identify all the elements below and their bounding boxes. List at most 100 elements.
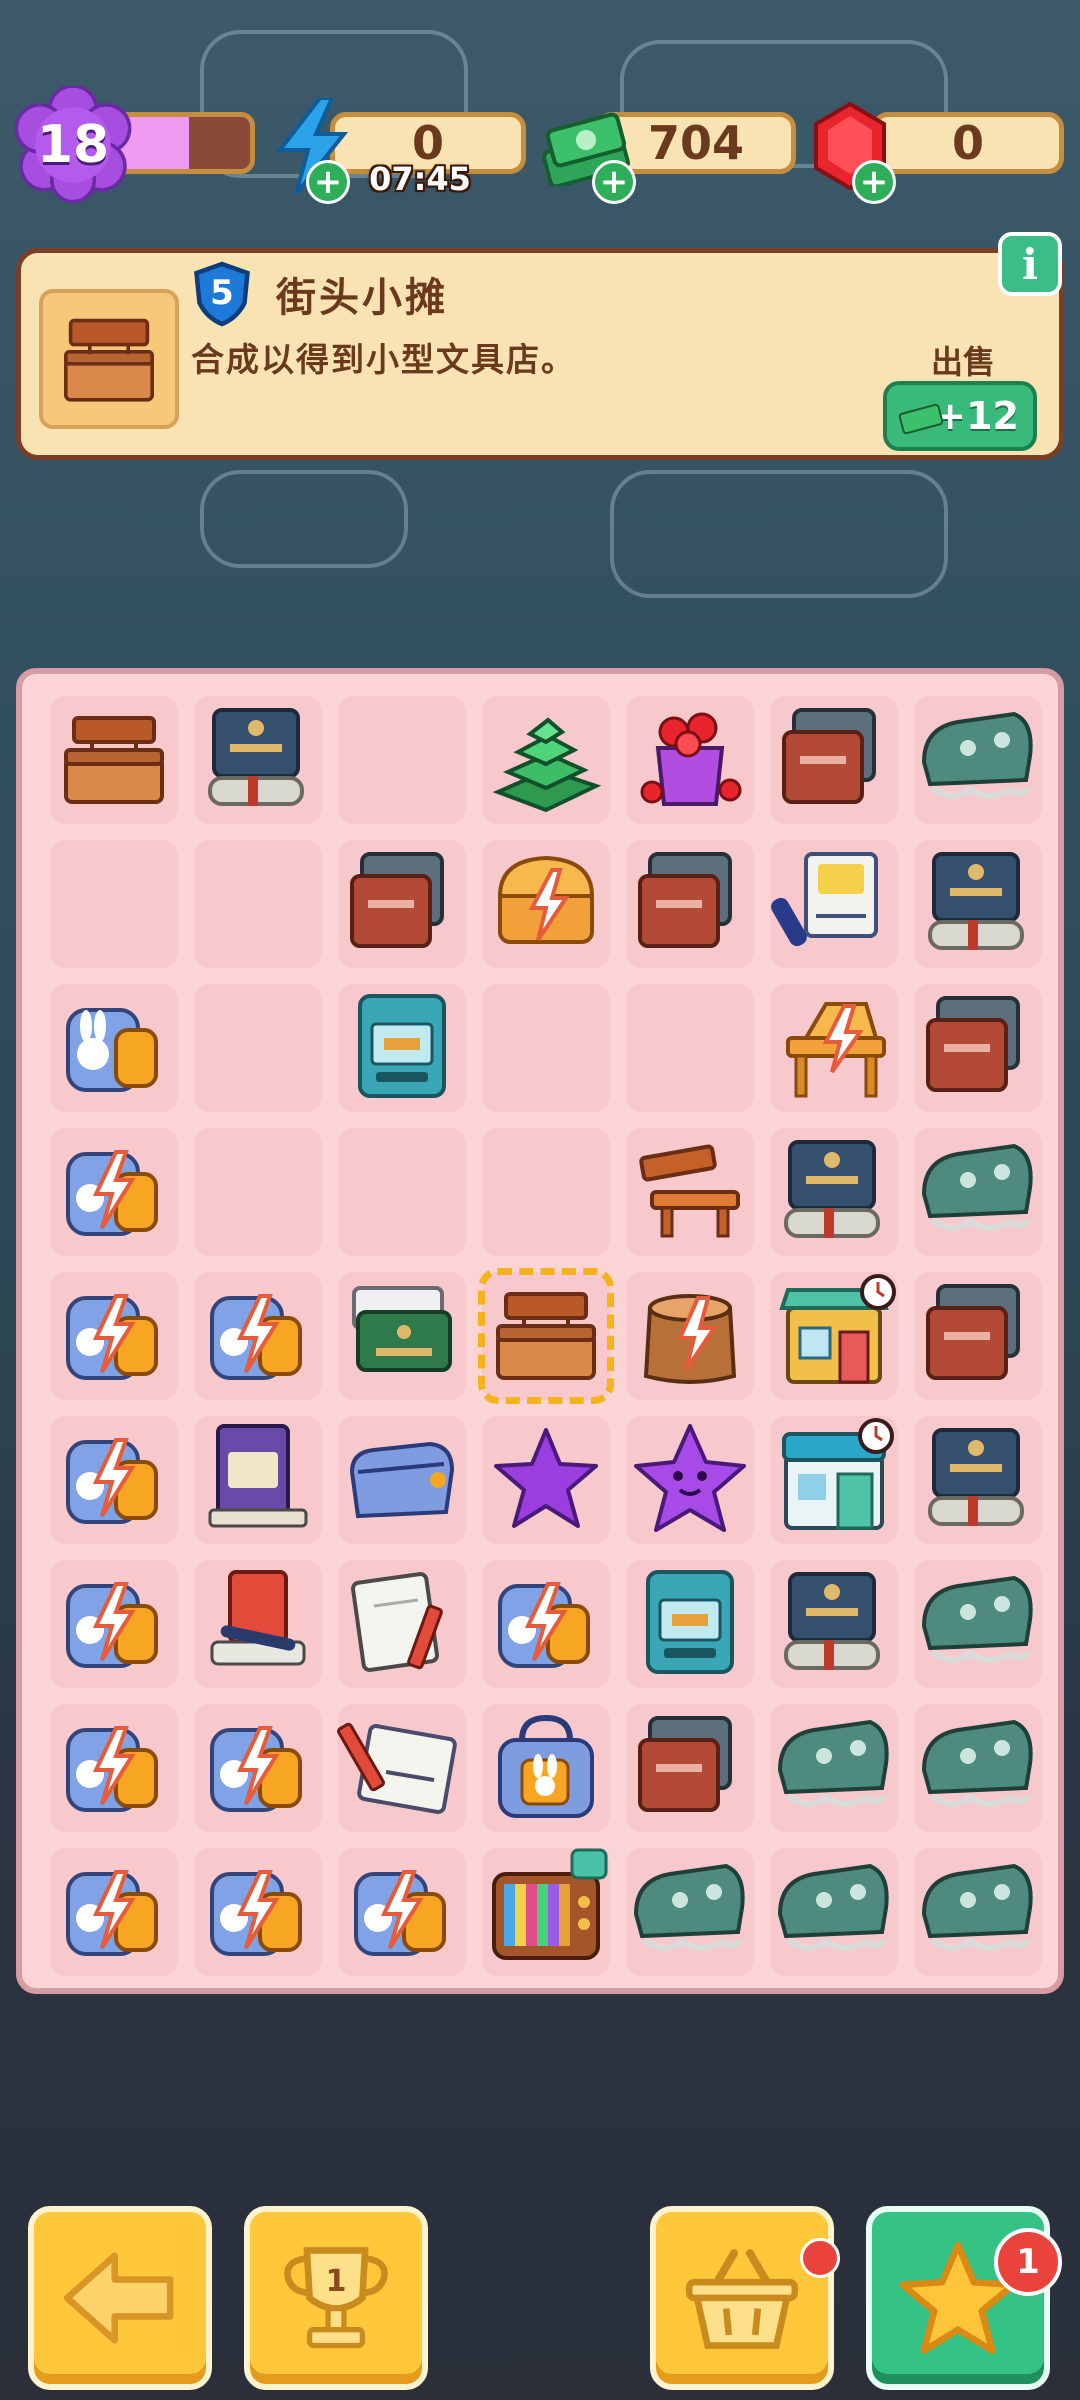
board-cell[interactable] xyxy=(330,1552,474,1696)
board-cell[interactable] xyxy=(762,1552,906,1696)
board-cell[interactable] xyxy=(906,688,1050,832)
basket-button[interactable] xyxy=(650,2206,834,2390)
store-24h-icon xyxy=(782,1418,894,1530)
board-cell[interactable] xyxy=(42,1264,186,1408)
board-grid xyxy=(42,688,1050,1984)
board-cell[interactable] xyxy=(42,976,186,1120)
board-cell[interactable] xyxy=(762,832,906,976)
board-cell[interactable] xyxy=(186,832,330,976)
green-pencil-case-icon xyxy=(633,1863,745,1951)
board-cell[interactable] xyxy=(762,1120,906,1264)
board-cell[interactable] xyxy=(186,1264,330,1408)
board-cell[interactable] xyxy=(474,1552,618,1696)
board-cell[interactable] xyxy=(618,1408,762,1552)
info-button[interactable]: i xyxy=(998,232,1062,296)
homework-book-icon xyxy=(771,852,878,947)
board-cell[interactable] xyxy=(762,1408,906,1552)
board-cell[interactable] xyxy=(42,1840,186,1984)
blue-pouch-icon xyxy=(349,1441,455,1519)
board-cell[interactable] xyxy=(330,1408,474,1552)
board-cell[interactable] xyxy=(474,832,618,976)
add-gem-button[interactable]: + xyxy=(852,160,896,204)
board-cell[interactable] xyxy=(906,1408,1050,1552)
purple-star-face-icon xyxy=(634,1424,746,1532)
board-cell[interactable] xyxy=(42,1552,186,1696)
board-cell[interactable] xyxy=(474,1696,618,1840)
board-cell[interactable] xyxy=(186,1552,330,1696)
folders-icon xyxy=(782,708,876,804)
board-cell[interactable] xyxy=(906,832,1050,976)
board-cell[interactable] xyxy=(762,1264,906,1408)
board-cell[interactable] xyxy=(618,688,762,832)
energy-stump-icon xyxy=(643,1294,737,1384)
board-cell[interactable] xyxy=(42,1408,186,1552)
board-cell[interactable] xyxy=(474,1120,618,1264)
board-cell[interactable] xyxy=(762,976,906,1120)
trophy-button[interactable]: 1 xyxy=(244,2206,428,2390)
board-cell[interactable] xyxy=(330,1120,474,1264)
board-cell[interactable] xyxy=(474,688,618,832)
board-cell[interactable] xyxy=(42,688,186,832)
board-cell[interactable] xyxy=(762,1840,906,1984)
board-cell[interactable] xyxy=(330,1840,474,1984)
notebook-pencil-icon xyxy=(351,1572,443,1672)
tv-set-icon xyxy=(492,1848,608,1960)
selection-frame xyxy=(478,1268,614,1404)
add-cash-button[interactable]: + xyxy=(592,160,636,204)
board-cell[interactable] xyxy=(906,1264,1050,1408)
board-cell[interactable] xyxy=(186,688,330,832)
degree-book-icon xyxy=(784,1140,880,1238)
board-cell[interactable] xyxy=(186,976,330,1120)
board-cell[interactable] xyxy=(42,1120,186,1264)
energy-backpack-icon xyxy=(354,1870,446,1956)
add-energy-button[interactable]: + xyxy=(306,160,350,204)
cash-pile-icon xyxy=(492,717,602,813)
sell-button[interactable]: +12 xyxy=(883,381,1037,451)
energy-backpack-icon xyxy=(210,1294,302,1380)
player-level[interactable]: 18 xyxy=(14,86,132,204)
board-cell[interactable] xyxy=(474,1408,618,1552)
board-cell[interactable] xyxy=(330,1264,474,1408)
item-info-panel: 5 街头小摊 合成以得到小型文具店。 出售 +12 xyxy=(16,248,1064,460)
degree-book-icon xyxy=(784,1572,880,1670)
board-cell[interactable] xyxy=(906,1840,1050,1984)
gem-counter[interactable]: 0 xyxy=(872,112,1064,174)
sell-label: 出售 xyxy=(931,343,996,381)
board-cell[interactable] xyxy=(618,1120,762,1264)
board-cell[interactable] xyxy=(330,832,474,976)
energy-backpack-icon xyxy=(66,1438,158,1524)
board-cell[interactable] xyxy=(474,976,618,1120)
board-cell[interactable] xyxy=(906,976,1050,1120)
folders-icon xyxy=(926,996,1020,1092)
board-cell[interactable] xyxy=(618,832,762,976)
board-cell[interactable] xyxy=(186,1408,330,1552)
board-cell[interactable] xyxy=(330,976,474,1120)
board-cell[interactable] xyxy=(906,1696,1050,1840)
board-cell[interactable] xyxy=(474,1840,618,1984)
board-cell[interactable] xyxy=(330,688,474,832)
back-button[interactable] xyxy=(28,2206,212,2390)
board-cell[interactable] xyxy=(906,1552,1050,1696)
energy-backpack-icon xyxy=(66,1294,158,1380)
board-cell[interactable] xyxy=(618,1696,762,1840)
board-cell[interactable] xyxy=(186,1120,330,1264)
item-level: 5 xyxy=(210,273,234,313)
board-cell[interactable] xyxy=(762,688,906,832)
board-cell[interactable] xyxy=(618,1264,762,1408)
board-cell[interactable] xyxy=(762,1696,906,1840)
board-cell[interactable] xyxy=(42,832,186,976)
board-cell[interactable] xyxy=(186,1696,330,1840)
energy-backpack-icon xyxy=(210,1870,302,1956)
board-cell[interactable] xyxy=(474,1264,618,1408)
board-cell[interactable] xyxy=(186,1840,330,1984)
trophy-count: 1 xyxy=(325,2264,347,2299)
cell-background xyxy=(194,984,322,1112)
board-cell[interactable] xyxy=(618,1840,762,1984)
board-cell[interactable] xyxy=(618,976,762,1120)
board-cell[interactable] xyxy=(618,1552,762,1696)
board-cell[interactable] xyxy=(42,1696,186,1840)
degree-book-icon xyxy=(928,1428,1024,1526)
board-cell[interactable] xyxy=(906,1120,1050,1264)
board-cell[interactable] xyxy=(330,1696,474,1840)
sell-value: +12 xyxy=(934,394,1019,438)
